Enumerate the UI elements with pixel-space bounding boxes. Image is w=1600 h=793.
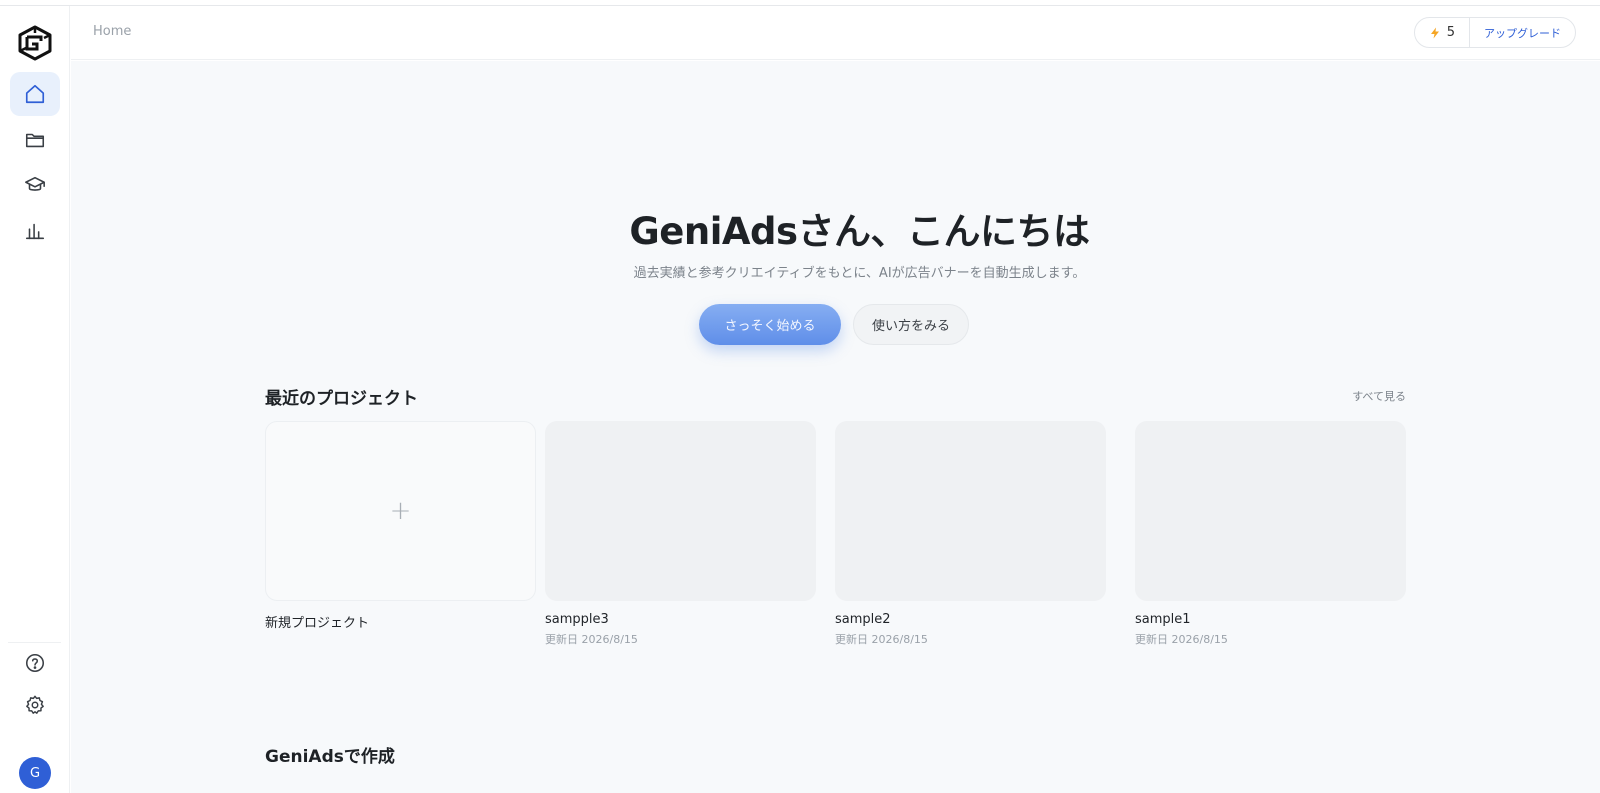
breadcrumb[interactable]: Home xyxy=(93,24,131,39)
project-name: 新規プロジェクト xyxy=(265,616,370,631)
new-project-card[interactable]: + 新規プロジェクト xyxy=(265,421,536,631)
project-updated-date: 更新日 2026/8/15 xyxy=(1135,633,1228,646)
project-thumbnail[interactable] xyxy=(545,421,816,601)
plus-icon: + xyxy=(389,496,412,526)
project-thumbnail[interactable] xyxy=(835,421,1106,601)
project-card[interactable]: sample2 更新日 2026/8/15 xyxy=(835,421,1106,647)
upgrade-button[interactable]: アップグレード xyxy=(1470,18,1575,47)
project-updated-date: 更新日 2026/8/15 xyxy=(545,633,638,646)
project-card[interactable]: sampple3 更新日 2026/8/15 xyxy=(545,421,816,647)
project-name: sample1 xyxy=(1135,612,1191,627)
help-circle-icon xyxy=(25,653,45,673)
home-icon xyxy=(25,84,45,104)
graduation-cap-icon xyxy=(25,176,45,191)
lightning-icon xyxy=(1430,27,1439,38)
sidebar-item-learn[interactable] xyxy=(10,163,60,207)
see-all-link[interactable]: すべて見る xyxy=(1352,388,1406,404)
top-header: Home 5 アップグレード xyxy=(71,6,1600,60)
help-button[interactable] xyxy=(10,641,60,685)
project-card[interactable]: sample1 更新日 2026/8/15 xyxy=(1135,421,1406,647)
page-title: GeniAdsさん、こんにちは xyxy=(629,210,1090,253)
sidebar-item-projects[interactable] xyxy=(10,118,60,162)
credit-count: 5 xyxy=(1446,25,1455,40)
page-subtitle: 過去実績と参考クリエイティブをもとに、AIが広告バナーを自動生成します。 xyxy=(633,266,1086,281)
credit-upgrade-group: 5 アップグレード xyxy=(1413,17,1576,48)
sidebar: G xyxy=(0,6,70,793)
how-to-use-button[interactable]: 使い方をみる xyxy=(853,304,969,345)
recent-projects-title: 最近のプロジェクト xyxy=(265,389,418,409)
project-name: sampple3 xyxy=(545,612,609,627)
credit-counter[interactable]: 5 xyxy=(1415,18,1470,47)
sidebar-item-home[interactable] xyxy=(10,72,60,116)
gear-icon xyxy=(26,695,44,714)
bar-chart-icon xyxy=(25,223,45,240)
settings-button[interactable] xyxy=(10,683,60,727)
sidebar-item-analytics[interactable] xyxy=(10,209,60,253)
app-logo[interactable] xyxy=(17,25,53,61)
main-content: GeniAdsさん、こんにちは 過去実績と参考クリエイティブをもとに、AIが広告… xyxy=(71,61,1600,793)
project-updated-date: 更新日 2026/8/15 xyxy=(835,633,928,646)
get-started-button[interactable]: さっそく始める xyxy=(699,304,841,345)
new-project-thumbnail[interactable]: + xyxy=(265,421,536,601)
project-name: sample2 xyxy=(835,612,891,627)
folder-icon xyxy=(25,133,45,148)
user-avatar[interactable]: G xyxy=(19,757,51,789)
project-thumbnail[interactable] xyxy=(1135,421,1406,601)
create-section-title: GeniAdsで作成 xyxy=(265,747,395,767)
